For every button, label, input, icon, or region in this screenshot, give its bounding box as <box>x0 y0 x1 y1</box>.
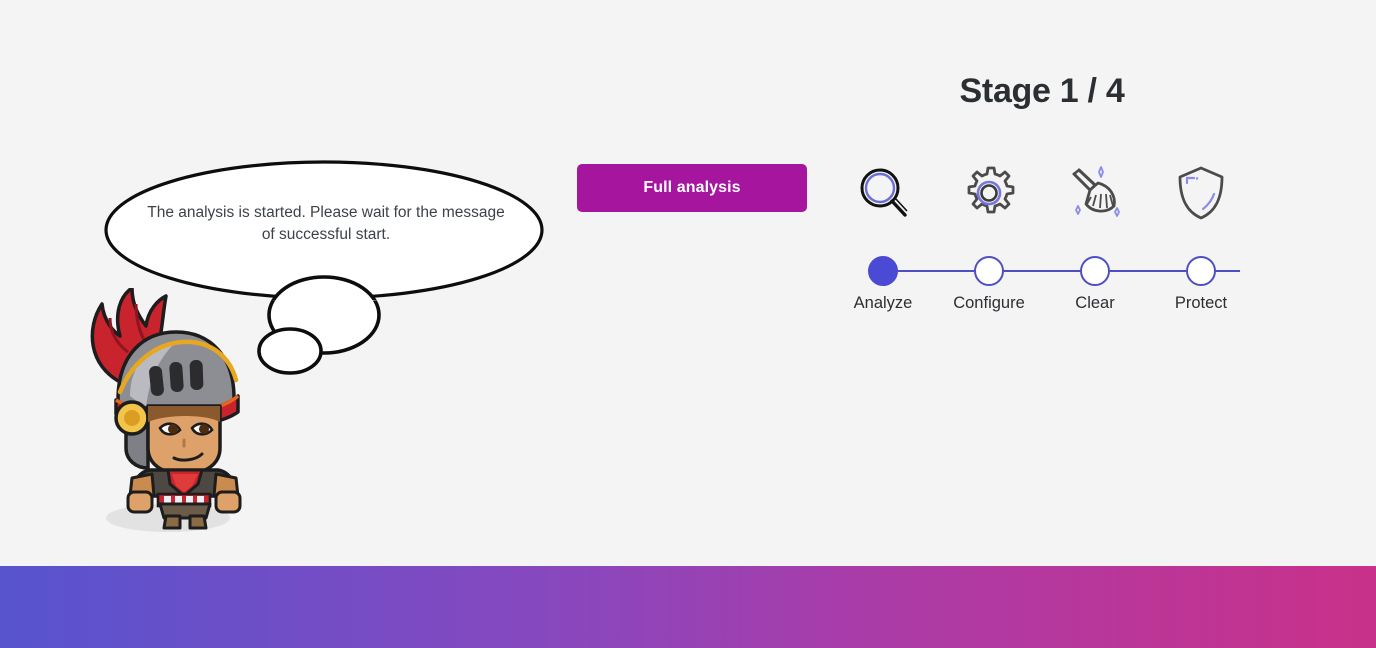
knight-mascot <box>90 288 242 532</box>
step-label-clear: Clear <box>1075 294 1115 312</box>
step-dot-cell-analyze <box>830 252 936 290</box>
shield-icon <box>1178 166 1224 220</box>
full-analysis-button[interactable]: Full analysis <box>577 164 807 212</box>
step-dot-configure[interactable] <box>974 256 1004 286</box>
step-label-analyze: Analyze <box>853 294 913 312</box>
stepper-dots-row <box>830 252 1254 290</box>
step-label-protect: Protect <box>1174 294 1228 312</box>
step-dot-cell-clear <box>1042 252 1148 290</box>
broom-icon <box>1072 166 1120 217</box>
stage-stepper: Analyze Configure Clear Protect <box>830 162 1254 322</box>
step-dot-cell-configure <box>936 252 1042 290</box>
step-icon-clear <box>1042 162 1148 224</box>
step-icon-analyze <box>830 162 936 224</box>
stage-title: Stage 1 / 4 <box>959 72 1125 110</box>
step-dot-clear[interactable] <box>1080 256 1110 286</box>
gear-icon <box>967 166 1015 214</box>
main-content-area: The analysis is started. Please wait for… <box>0 0 1376 566</box>
step-icon-configure <box>936 162 1042 224</box>
step-dot-cell-protect <box>1148 252 1254 290</box>
step-icon-protect <box>1148 162 1254 224</box>
magnifier-icon <box>860 168 908 217</box>
step-label-configure: Configure <box>953 294 1025 312</box>
step-icons-row <box>830 162 1254 224</box>
site-footer: Spam Guard Dashboard Blog About Guide Pa… <box>0 566 1376 648</box>
stepper-labels-row: Analyze Configure Clear Protect <box>830 294 1254 313</box>
step-dot-analyze[interactable] <box>868 256 898 286</box>
step-dot-protect[interactable] <box>1186 256 1216 286</box>
bubble-message: The analysis is started. Please wait for… <box>147 204 505 243</box>
stage-panel: Stage 1 / 4 Analyze Configure Clear Prot… <box>830 62 1300 322</box>
